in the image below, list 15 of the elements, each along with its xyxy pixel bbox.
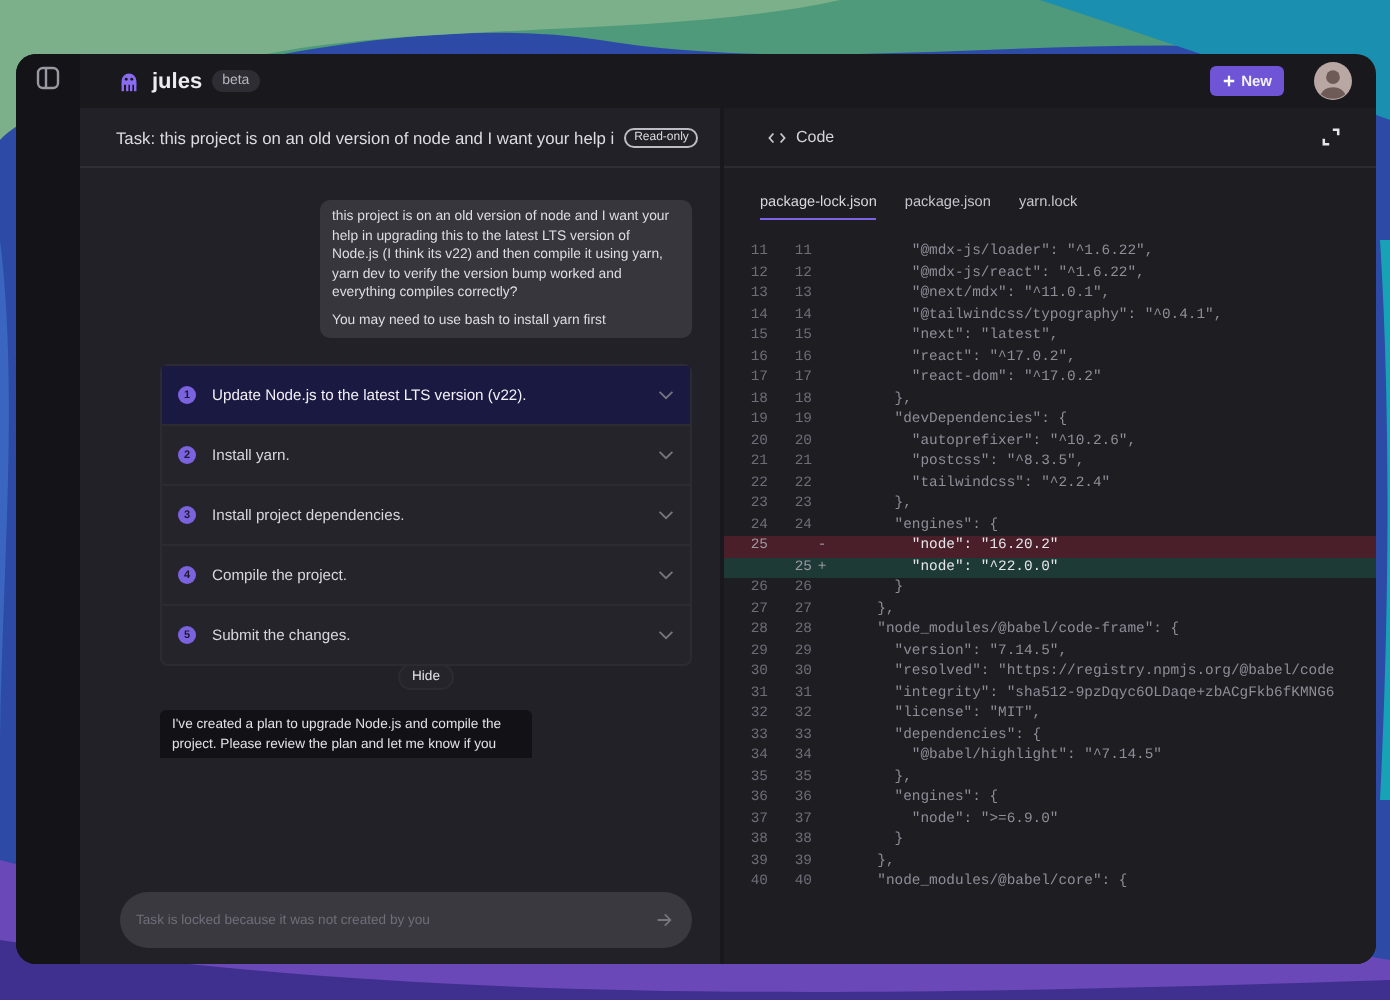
chevron-down-icon[interactable] [658,570,674,580]
octopus-logo-icon [116,68,142,94]
chevron-down-icon[interactable] [658,450,674,460]
sidebar-toggle-icon[interactable] [36,66,60,90]
plus-icon [1221,74,1236,88]
expand-icon[interactable] [1322,128,1340,146]
code-brackets-icon [768,131,786,143]
app-name: jules [152,69,203,93]
panel-title: Code [796,128,835,146]
send-arrow-icon[interactable] [656,912,672,928]
chevron-down-icon[interactable] [658,510,674,520]
chevron-down-icon[interactable] [658,630,674,640]
task-title: Task: this project is on an old version of node and I want your help i [116,127,615,147]
avatar-icon[interactable] [1314,62,1352,100]
chevron-down-icon[interactable] [658,390,674,400]
